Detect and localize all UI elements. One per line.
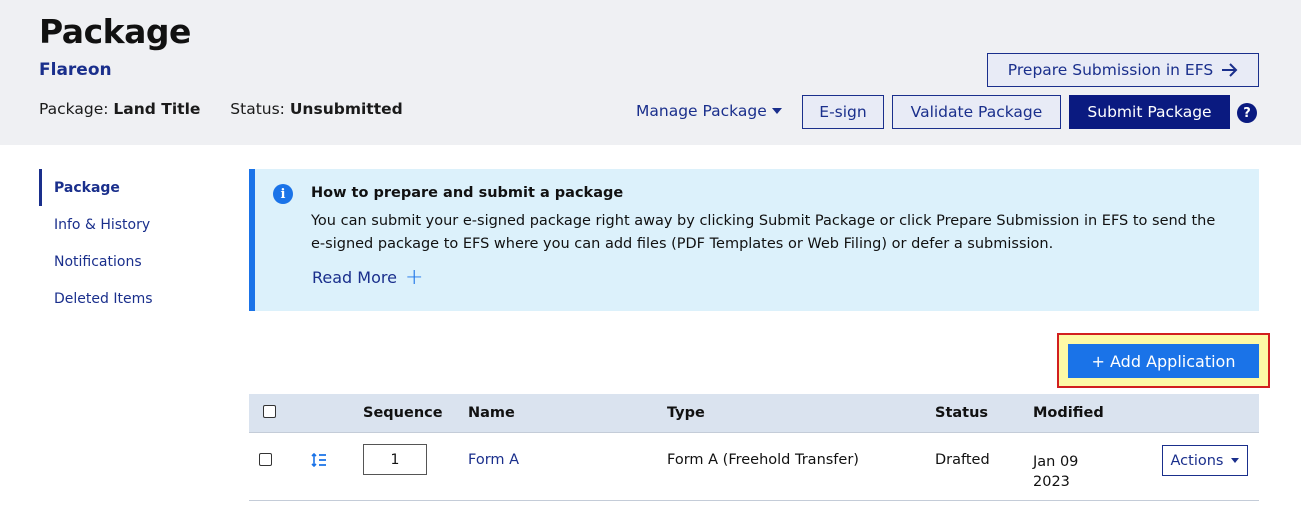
side-navigation: Package Info & History Notifications Del… <box>39 169 219 317</box>
caret-down-icon <box>1231 458 1240 463</box>
validate-package-button[interactable]: Validate Package <box>892 95 1061 129</box>
esign-label: E-sign <box>819 103 867 121</box>
actions-dropdown[interactable]: Actions <box>1162 445 1248 476</box>
application-status: Drafted <box>935 452 990 468</box>
column-header-status: Status <box>935 405 989 421</box>
applications-table: Sequence Name Type Status Modified Form … <box>249 394 1259 501</box>
caret-down-icon <box>771 108 782 114</box>
validate-package-label: Validate Package <box>910 103 1043 121</box>
status-label: Status: <box>230 100 285 118</box>
add-application-button[interactable]: + Add Application <box>1068 344 1259 378</box>
prepare-submission-button[interactable]: Prepare Submission in EFS <box>987 53 1259 87</box>
arrow-right-icon <box>1222 63 1238 77</box>
manage-package-label: Manage Package <box>636 102 767 120</box>
reorder-icon[interactable] <box>311 453 327 467</box>
modified-date: Jan 09 <box>1033 454 1079 470</box>
page-title: Package <box>39 12 191 51</box>
esign-button[interactable]: E-sign <box>802 95 884 129</box>
column-header-sequence: Sequence <box>363 405 443 421</box>
sidebar-item-notifications[interactable]: Notifications <box>39 243 219 280</box>
column-header-name: Name <box>468 405 515 421</box>
sidebar-item-info-history[interactable]: Info & History <box>39 206 219 243</box>
sidebar-item-deleted-items[interactable]: Deleted Items <box>39 280 219 317</box>
info-body: You can submit your e-signed package rig… <box>311 213 1216 252</box>
application-name-link[interactable]: Form A <box>468 452 519 468</box>
package-type-value: Land Title <box>113 100 201 118</box>
prepare-submission-label: Prepare Submission in EFS <box>1007 61 1214 79</box>
column-header-modified: Modified <box>1033 405 1104 421</box>
package-name: Flareon <box>39 60 112 80</box>
package-meta: Package: Land Title Status: Unsubmitted <box>39 100 403 118</box>
submit-package-label: Submit Package <box>1087 103 1212 121</box>
column-header-type: Type <box>667 405 705 421</box>
actions-label: Actions <box>1170 452 1224 469</box>
read-more-link[interactable]: Read More + <box>312 264 424 290</box>
application-type: Form A (Freehold Transfer) <box>667 452 859 468</box>
page-header: Package Flareon Package: Land Title Stat… <box>0 0 1301 145</box>
info-callout: i How to prepare and submit a package Yo… <box>249 169 1259 311</box>
info-circle-icon: i <box>273 184 293 204</box>
table-row: Form A Form A (Freehold Transfer) Drafte… <box>249 433 1259 501</box>
submit-package-button[interactable]: Submit Package <box>1069 95 1230 129</box>
application-modified: Jan 09 2023 <box>1033 452 1078 492</box>
manage-package-dropdown[interactable]: Manage Package <box>636 102 782 120</box>
select-all-checkbox[interactable] <box>263 405 276 418</box>
status-value: Unsubmitted <box>289 100 403 118</box>
package-type-label: Package: <box>39 100 109 118</box>
sidebar-item-package[interactable]: Package <box>39 169 219 206</box>
sequence-input[interactable] <box>363 444 427 475</box>
row-checkbox[interactable] <box>259 453 272 466</box>
modified-year: 2023 <box>1033 474 1070 490</box>
help-circle-icon[interactable]: ? <box>1237 103 1257 123</box>
info-title: How to prepare and submit a package <box>311 185 624 201</box>
read-more-label: Read More <box>312 268 397 287</box>
table-header: Sequence Name Type Status Modified <box>249 394 1259 433</box>
plus-icon: + <box>404 264 424 290</box>
